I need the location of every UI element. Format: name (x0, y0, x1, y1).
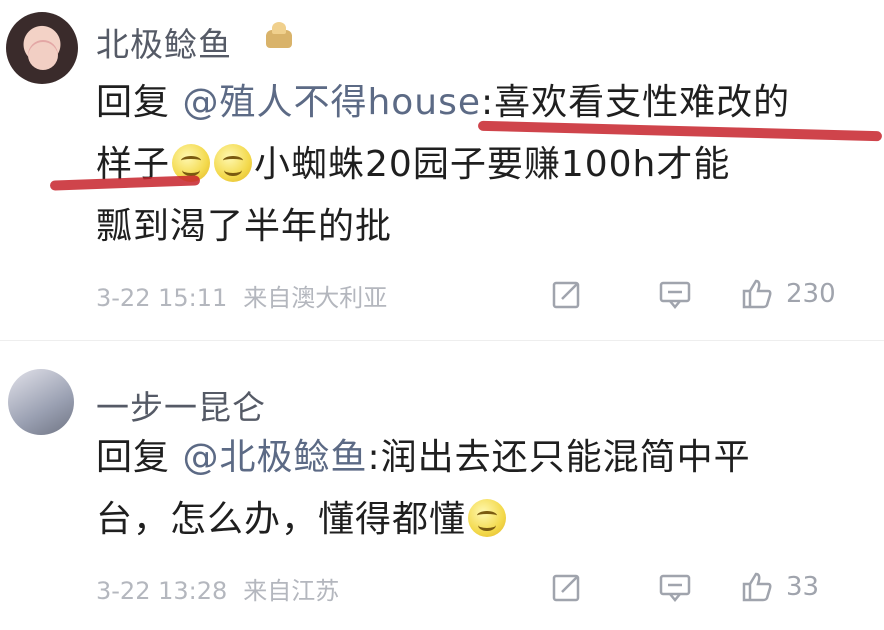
comment-line-text: 台，怎么办，懂得都懂 (96, 499, 467, 540)
comment-meta: 3-22 13:28 来自江苏 (96, 571, 339, 606)
comment-item: 北极鲶鱼 回复 @殖人不得house:喜欢看支性难改的 样子 小蜘蛛20园子要赚1… (0, 0, 884, 340)
comment-item: 一步一昆仑 回复 @北极鲶鱼:润出去还只能混简中平 台，怎么办，懂得都懂 3-2… (0, 345, 884, 630)
comment-line-text: :润出去还只能混简中平 (367, 437, 751, 478)
comment-line-text: 小蜘蛛20园子要赚100h才能 (254, 144, 731, 185)
comment-text: 回复 @殖人不得house:喜欢看支性难改的 样子 小蜘蛛20园子要赚100h才能… (96, 72, 844, 258)
smile-emoji-icon (214, 144, 253, 182)
thumbs-up-icon (742, 279, 772, 309)
comment-line: 瓢到渴了半年的批 (96, 196, 844, 258)
timestamp: 3-22 13:28 (96, 577, 228, 605)
action-bar: 230 (540, 274, 864, 314)
username[interactable]: 一步一昆仑 (96, 381, 266, 429)
edit-icon (552, 574, 580, 602)
reply-prefix: 回复 (96, 82, 183, 123)
comment-icon (659, 281, 691, 309)
timestamp: 3-22 15:11 (96, 284, 228, 312)
comment-text: 回复 @北极鲶鱼:润出去还只能混简中平 台，怎么办，懂得都懂 (96, 427, 844, 551)
avatar[interactable] (6, 12, 78, 84)
comment-icon (659, 574, 691, 602)
crown-badge-icon (262, 20, 296, 50)
comment-button[interactable] (658, 274, 692, 314)
comment-line-text: 瓢到渴了半年的批 (96, 206, 393, 247)
comment-line-text: :喜欢看支性难改的 (481, 82, 791, 123)
mention-link[interactable]: @北极鲶鱼 (182, 437, 367, 478)
divider (0, 340, 884, 341)
location-source: 来自江苏 (243, 577, 340, 605)
comment-line: 样子 小蜘蛛20园子要赚100h才能 (96, 134, 844, 196)
edit-icon (552, 281, 580, 309)
like-button[interactable]: 230 (740, 274, 836, 314)
thumbs-up-icon (742, 572, 772, 602)
action-bar: 33 (540, 567, 864, 607)
username[interactable]: 北极鲶鱼 (96, 18, 232, 66)
like-count: 33 (786, 572, 820, 602)
edit-button[interactable] (550, 274, 584, 314)
like-count: 230 (786, 279, 836, 309)
smile-emoji-icon (468, 499, 507, 537)
mention-link[interactable]: @殖人不得house (182, 82, 481, 123)
avatar[interactable] (8, 369, 74, 435)
comment-line: 回复 @殖人不得house:喜欢看支性难改的 (96, 72, 844, 134)
edit-button[interactable] (550, 567, 584, 607)
like-button[interactable]: 33 (740, 567, 819, 607)
reply-prefix: 回复 (96, 437, 183, 478)
comment-button[interactable] (658, 567, 692, 607)
comment-meta: 3-22 15:11 来自澳大利亚 (96, 278, 387, 313)
comment-line: 回复 @北极鲶鱼:润出去还只能混简中平 (96, 427, 844, 489)
location-source: 来自澳大利亚 (243, 284, 388, 312)
comment-line: 台，怎么办，懂得都懂 (96, 489, 844, 551)
